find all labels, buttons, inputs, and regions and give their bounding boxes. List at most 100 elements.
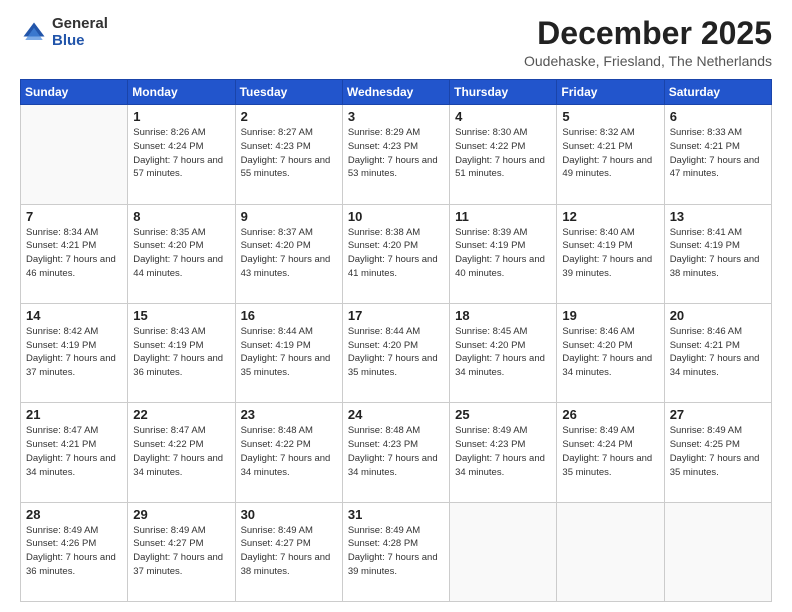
day-number: 5 (562, 109, 658, 124)
table-row: 28 Sunrise: 8:49 AMSunset: 4:26 PMDayligh… (21, 502, 128, 601)
cell-info: Sunrise: 8:47 AMSunset: 4:22 PMDaylight:… (133, 424, 229, 479)
day-number: 2 (241, 109, 337, 124)
logo-general: General (52, 15, 108, 32)
month-title: December 2025 (524, 16, 772, 51)
day-number: 1 (133, 109, 229, 124)
table-row: 27 Sunrise: 8:49 AMSunset: 4:25 PMDayligh… (664, 403, 771, 502)
day-number: 17 (348, 308, 444, 323)
day-number: 28 (26, 507, 122, 522)
day-number: 30 (241, 507, 337, 522)
day-number: 16 (241, 308, 337, 323)
page: General Blue December 2025 Oudehaske, Fr… (0, 0, 792, 612)
header: General Blue December 2025 Oudehaske, Fr… (20, 16, 772, 69)
day-number: 20 (670, 308, 766, 323)
table-row: 16 Sunrise: 8:44 AMSunset: 4:19 PMDayligh… (235, 303, 342, 402)
table-row: 9 Sunrise: 8:37 AMSunset: 4:20 PMDaylight… (235, 204, 342, 303)
day-number: 3 (348, 109, 444, 124)
day-number: 10 (348, 209, 444, 224)
col-tuesday: Tuesday (235, 80, 342, 105)
table-row: 19 Sunrise: 8:46 AMSunset: 4:20 PMDayligh… (557, 303, 664, 402)
cell-info: Sunrise: 8:43 AMSunset: 4:19 PMDaylight:… (133, 325, 229, 380)
table-row: 1 Sunrise: 8:26 AMSunset: 4:24 PMDaylight… (128, 105, 235, 204)
table-row: 26Sunrise: 8:49 AMSunset: 4:24 PMDayligh… (557, 403, 664, 502)
calendar-week-row: 1 Sunrise: 8:26 AMSunset: 4:24 PMDaylight… (21, 105, 772, 204)
cell-info: Sunrise: 8:49 AMSunset: 4:26 PMDaylight:… (26, 524, 122, 579)
table-row: 23Sunrise: 8:48 AMSunset: 4:22 PMDayligh… (235, 403, 342, 502)
day-number: 12 (562, 209, 658, 224)
cell-info: Sunrise: 8:49 AMSunset: 4:24 PMDaylight:… (562, 424, 658, 479)
cell-info: Sunrise: 8:37 AMSunset: 4:20 PMDaylight:… (241, 226, 337, 281)
table-row: 31 Sunrise: 8:49 AMSunset: 4:28 PMDayligh… (342, 502, 449, 601)
table-row (664, 502, 771, 601)
day-number: 29 (133, 507, 229, 522)
table-row: 10 Sunrise: 8:38 AMSunset: 4:20 PMDayligh… (342, 204, 449, 303)
location-subtitle: Oudehaske, Friesland, The Netherlands (524, 53, 772, 69)
day-number: 7 (26, 209, 122, 224)
calendar-week-row: 7 Sunrise: 8:34 AMSunset: 4:21 PMDaylight… (21, 204, 772, 303)
logo-blue: Blue (52, 32, 85, 49)
day-number: 31 (348, 507, 444, 522)
cell-info: Sunrise: 8:33 AMSunset: 4:21 PMDaylight:… (670, 126, 766, 181)
cell-info: Sunrise: 8:49 AMSunset: 4:28 PMDaylight:… (348, 524, 444, 579)
cell-info: Sunrise: 8:41 AMSunset: 4:19 PMDaylight:… (670, 226, 766, 281)
table-row: 21Sunrise: 8:47 AMSunset: 4:21 PMDayligh… (21, 403, 128, 502)
calendar-header-row: Sunday Monday Tuesday Wednesday Thursday… (21, 80, 772, 105)
day-number: 18 (455, 308, 551, 323)
day-number: 22 (133, 407, 229, 422)
cell-info: Sunrise: 8:45 AMSunset: 4:20 PMDaylight:… (455, 325, 551, 380)
logo-icon (20, 19, 48, 47)
cell-info: Sunrise: 8:49 AMSunset: 4:25 PMDaylight:… (670, 424, 766, 479)
cell-info: Sunrise: 8:35 AMSunset: 4:20 PMDaylight:… (133, 226, 229, 281)
day-number: 21 (26, 407, 122, 422)
table-row: 4 Sunrise: 8:30 AMSunset: 4:22 PMDaylight… (450, 105, 557, 204)
table-row: 14 Sunrise: 8:42 AMSunset: 4:19 PMDayligh… (21, 303, 128, 402)
table-row: 13 Sunrise: 8:41 AMSunset: 4:19 PMDayligh… (664, 204, 771, 303)
table-row: 3 Sunrise: 8:29 AMSunset: 4:23 PMDaylight… (342, 105, 449, 204)
day-number: 14 (26, 308, 122, 323)
cell-info: Sunrise: 8:40 AMSunset: 4:19 PMDaylight:… (562, 226, 658, 281)
table-row: 11 Sunrise: 8:39 AMSunset: 4:19 PMDayligh… (450, 204, 557, 303)
table-row: 17Sunrise: 8:44 AMSunset: 4:20 PMDayligh… (342, 303, 449, 402)
calendar-week-row: 21Sunrise: 8:47 AMSunset: 4:21 PMDayligh… (21, 403, 772, 502)
cell-info: Sunrise: 8:46 AMSunset: 4:20 PMDaylight:… (562, 325, 658, 380)
cell-info: Sunrise: 8:48 AMSunset: 4:23 PMDaylight:… (348, 424, 444, 479)
table-row: 30 Sunrise: 8:49 AMSunset: 4:27 PMDayligh… (235, 502, 342, 601)
col-saturday: Saturday (664, 80, 771, 105)
table-row: 25Sunrise: 8:49 AMSunset: 4:23 PMDayligh… (450, 403, 557, 502)
table-row (557, 502, 664, 601)
cell-info: Sunrise: 8:38 AMSunset: 4:20 PMDaylight:… (348, 226, 444, 281)
day-number: 13 (670, 209, 766, 224)
table-row: 5Sunrise: 8:32 AMSunset: 4:21 PMDaylight… (557, 105, 664, 204)
col-monday: Monday (128, 80, 235, 105)
calendar-week-row: 14 Sunrise: 8:42 AMSunset: 4:19 PMDayligh… (21, 303, 772, 402)
cell-info: Sunrise: 8:39 AMSunset: 4:19 PMDaylight:… (455, 226, 551, 281)
day-number: 19 (562, 308, 658, 323)
day-number: 24 (348, 407, 444, 422)
day-number: 11 (455, 209, 551, 224)
cell-info: Sunrise: 8:34 AMSunset: 4:21 PMDaylight:… (26, 226, 122, 281)
table-row: 6Sunrise: 8:33 AMSunset: 4:21 PMDaylight… (664, 105, 771, 204)
day-number: 25 (455, 407, 551, 422)
table-row: 15 Sunrise: 8:43 AMSunset: 4:19 PMDayligh… (128, 303, 235, 402)
day-number: 4 (455, 109, 551, 124)
cell-info: Sunrise: 8:30 AMSunset: 4:22 PMDaylight:… (455, 126, 551, 181)
cell-info: Sunrise: 8:29 AMSunset: 4:23 PMDaylight:… (348, 126, 444, 181)
day-number: 27 (670, 407, 766, 422)
col-sunday: Sunday (21, 80, 128, 105)
calendar-week-row: 28 Sunrise: 8:49 AMSunset: 4:26 PMDayligh… (21, 502, 772, 601)
table-row: 2Sunrise: 8:27 AMSunset: 4:23 PMDaylight… (235, 105, 342, 204)
day-number: 15 (133, 308, 229, 323)
table-row (21, 105, 128, 204)
day-number: 9 (241, 209, 337, 224)
cell-info: Sunrise: 8:42 AMSunset: 4:19 PMDaylight:… (26, 325, 122, 380)
day-number: 8 (133, 209, 229, 224)
table-row: 24 Sunrise: 8:48 AMSunset: 4:23 PMDayligh… (342, 403, 449, 502)
col-thursday: Thursday (450, 80, 557, 105)
cell-info: Sunrise: 8:49 AMSunset: 4:27 PMDaylight:… (133, 524, 229, 579)
cell-info: Sunrise: 8:26 AMSunset: 4:24 PMDaylight:… (133, 126, 229, 181)
cell-info: Sunrise: 8:49 AMSunset: 4:27 PMDaylight:… (241, 524, 337, 579)
table-row (450, 502, 557, 601)
col-friday: Friday (557, 80, 664, 105)
cell-info: Sunrise: 8:44 AMSunset: 4:19 PMDaylight:… (241, 325, 337, 380)
table-row: 22 Sunrise: 8:47 AMSunset: 4:22 PMDayligh… (128, 403, 235, 502)
